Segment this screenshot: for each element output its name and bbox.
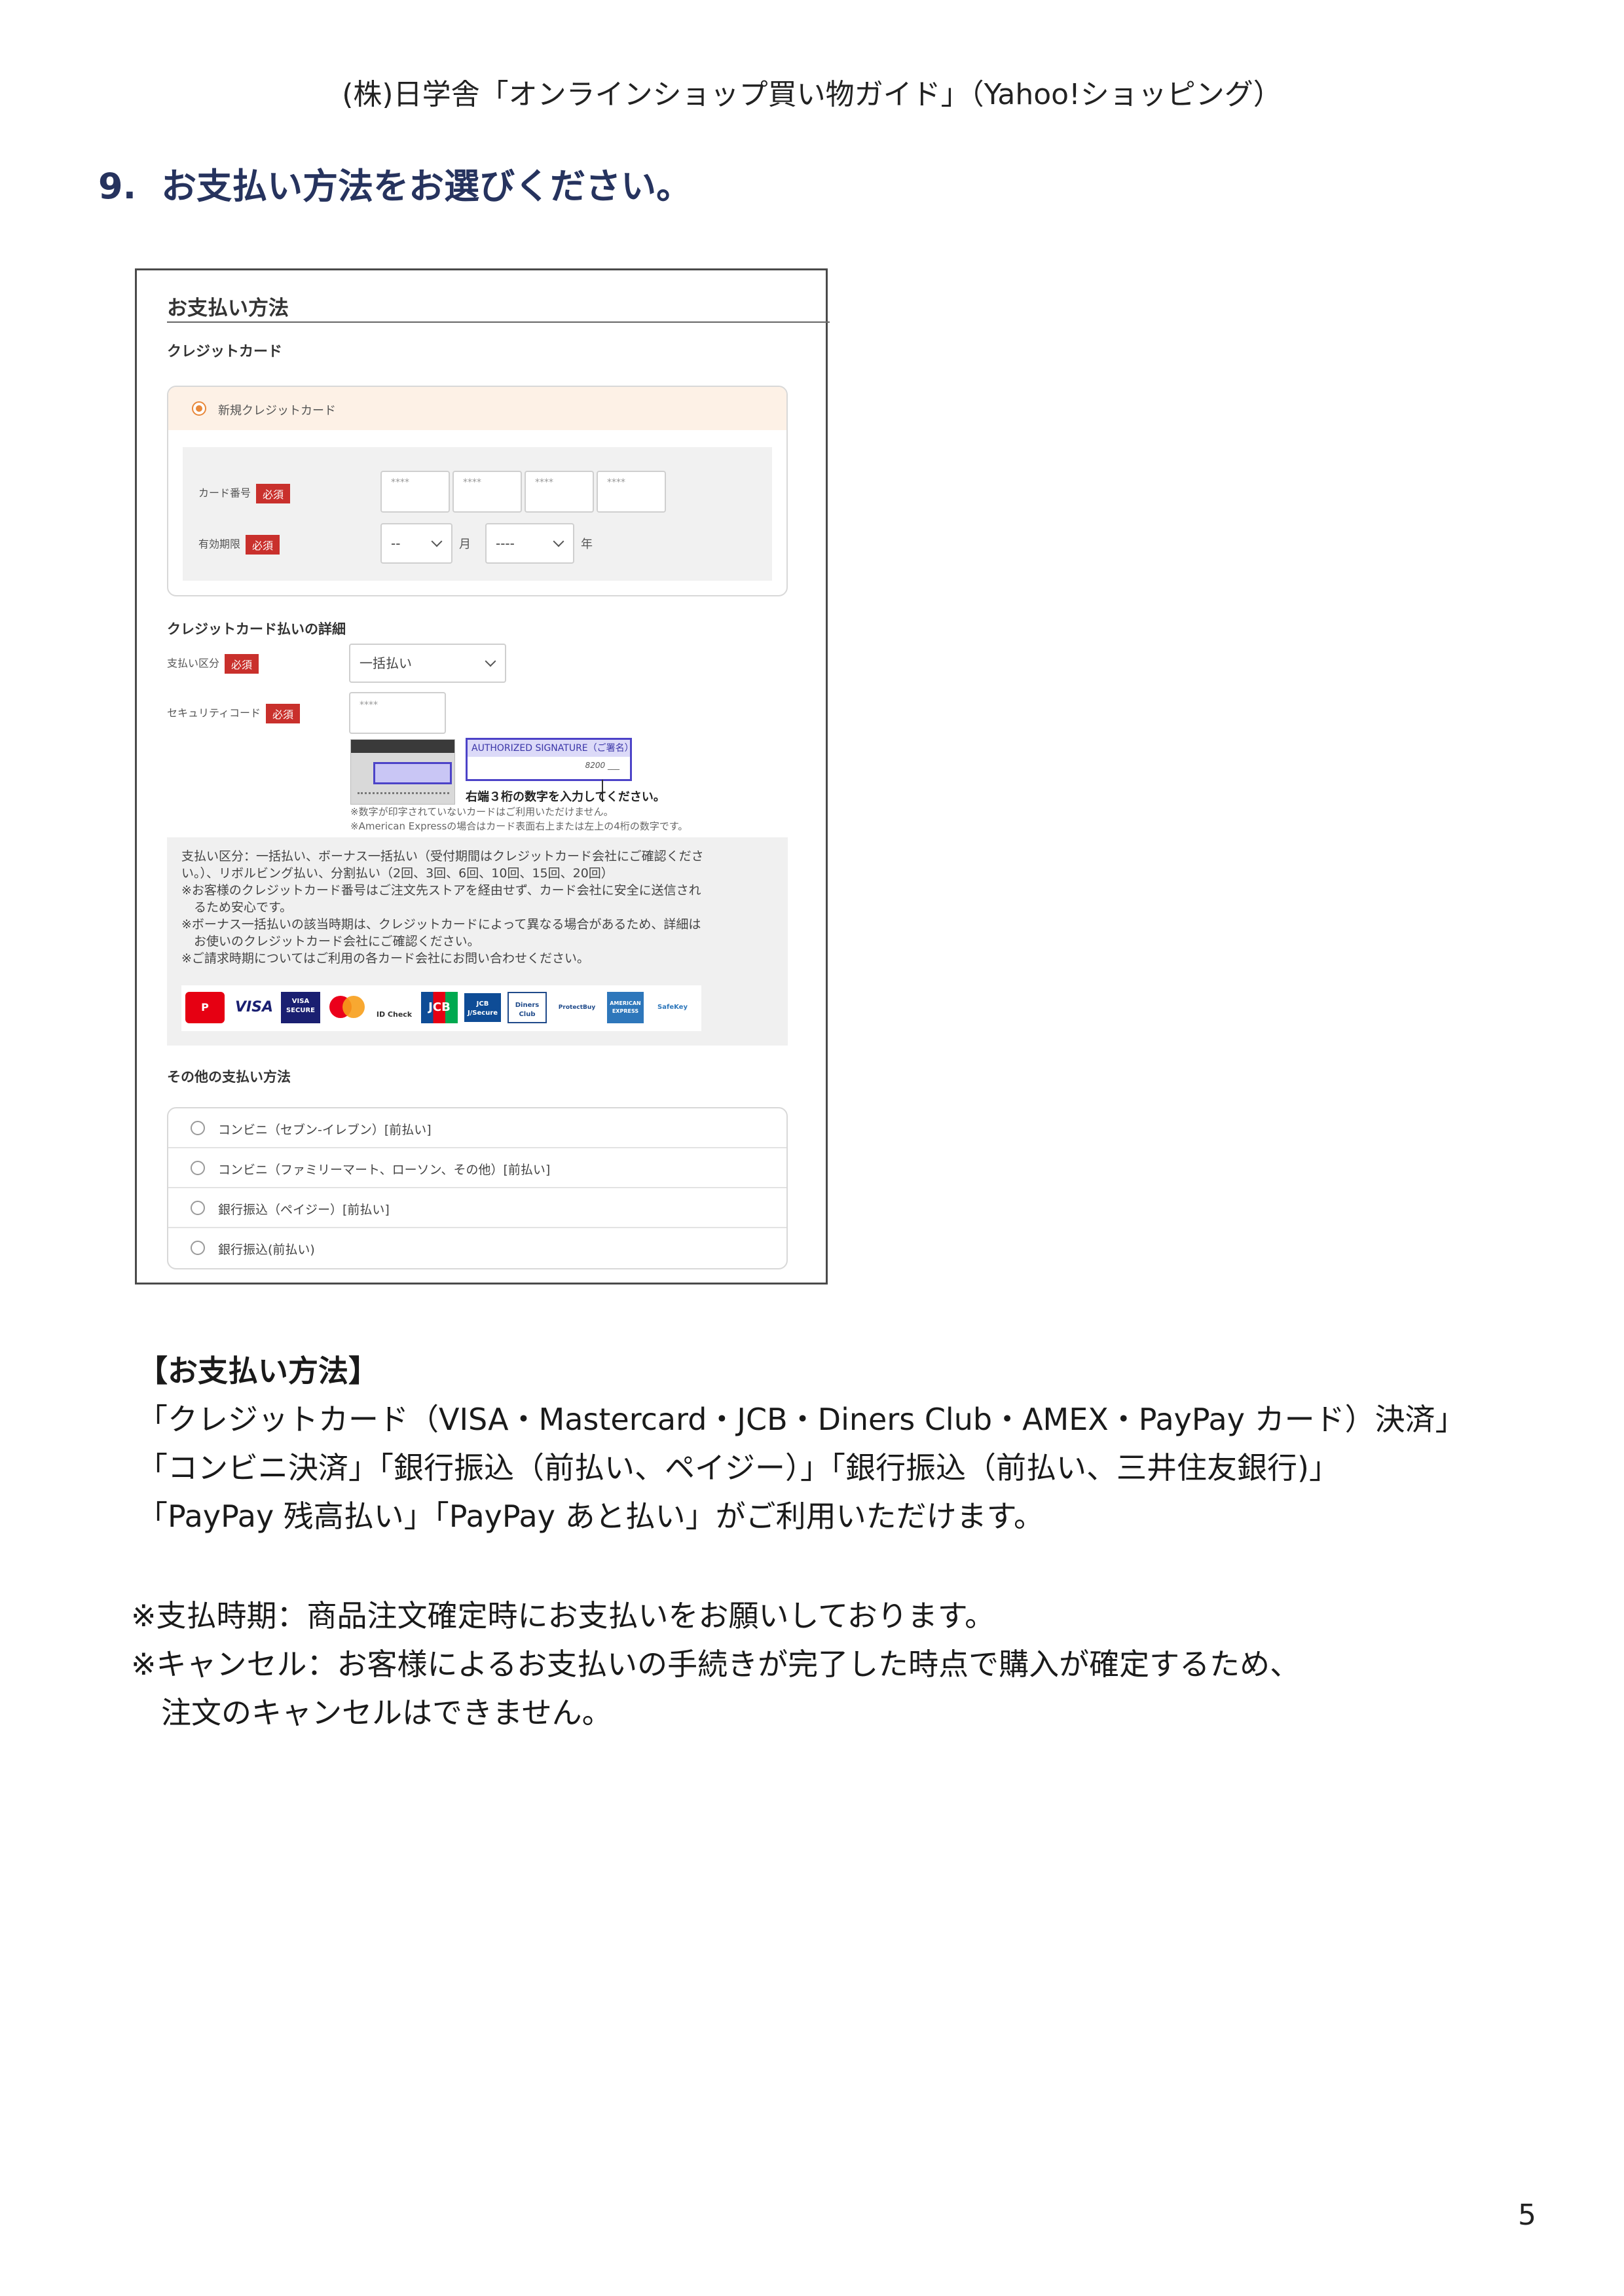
pay-type-select[interactable]: 一括払い [349,644,506,683]
other-method-option[interactable]: コンビニ（ファミリーマート、ローソン、その他）[前払い] [168,1148,786,1188]
other-method-option[interactable]: 銀行振込（ペイジー）[前払い] [168,1188,786,1228]
required-badge: 必須 [246,535,280,555]
new-credit-card-panel: 新規クレジットカード カード番号 必須 **** **** **** **** 有… [167,386,788,596]
id-check-logo: ID Check [376,1010,413,1019]
payment-method-title: お支払い方法 [167,297,289,320]
card-back-illustration [350,739,455,805]
other-methods-list: コンビニ（セブン-イレブン）[前払い] コンビニ（ファミリーマート、ローソン、そ… [167,1107,788,1269]
visa-logo: VISA [234,999,274,1015]
signature-zoom-box: AUTHORIZED SIGNATURE（ご署名） 8200 ___ [466,738,634,781]
required-badge: 必須 [256,484,291,503]
payment-form-screenshot: お支払い方法 クレジットカード 新規クレジットカード カード番号 必須 **** … [135,268,830,1285]
chevron-down-icon [485,655,496,667]
expiry-month-select[interactable]: -- [380,523,452,564]
pay-type-label: 支払い区分 必須 [167,654,259,674]
note-line: るため安心です。 [181,900,293,915]
diners-club-logo: Diners Club [507,992,547,1023]
signature-digits: 8200 ___ [585,761,619,770]
card-entry-area: カード番号 必須 **** **** **** **** 有効期限 必須 -- 月 … [183,447,772,581]
note-line: ※ボーナス一括払いの該当時期は、クレジットカードによって異なる場合があるため、詳… [181,917,701,932]
title-divider [167,321,830,323]
card-number-label: カード番号 必須 [198,484,291,503]
new-card-label: 新規クレジットカード [218,404,336,418]
body-line-3: 「PayPay 残高払い」「PayPay あと払い」がご利用いただけます。 [138,1499,1044,1534]
chevron-down-icon [553,536,564,547]
new-card-option[interactable]: 新規クレジットカード [168,387,786,430]
note-line: お使いのクレジットカード会社にご確認ください。 [181,934,480,949]
cvv-note-1: ※数字が印字されていないカードはご利用いただけません。 [350,806,614,818]
cancel-note-continued: 注文のキャンセルはできません。 [161,1695,612,1730]
note-line: ※お客様のクレジットカード番号はご注文先ストアを経由せず、カード会社に安全に送信… [181,883,701,898]
cancel-note: ※キャンセル：お客様によるお支払いの手続きが完了した時点で購入が確定するため、 [131,1647,1301,1682]
cvv-instruction: 右端３桁の数字を入力してください。 [466,790,665,804]
radio-unselected-icon[interactable] [191,1121,205,1135]
radio-unselected-icon[interactable] [191,1241,205,1255]
expiry-label: 有効期限 必須 [198,535,280,555]
signature-title: AUTHORIZED SIGNATURE（ご署名） [468,740,634,757]
security-code-input[interactable]: **** [349,692,446,734]
section-number: 9. [98,166,137,207]
magnetic-strip [351,740,454,753]
card-number-input-2[interactable]: **** [452,471,522,513]
safekey-logo: SafeKey [657,1004,688,1011]
page-header: (株)日学舎「オンラインショップ買い物ガイド」（Yahoo!ショッピング） [342,78,1282,111]
payment-timing-note: ※支払時期：商品注文確定時にお支払いをお願いしております。 [131,1598,995,1633]
jcb-logo: JCB [421,992,458,1023]
cvv-note-2: ※American Expressの場合はカード表面右上または左上の4桁の数字で… [350,820,688,832]
radio-selected-icon[interactable] [192,401,206,416]
other-method-option[interactable]: コンビニ（セブン-イレブン）[前払い] [168,1108,786,1148]
protectbuy-logo: ProtectBuy [558,1004,596,1011]
card-number-input-4[interactable]: **** [597,471,666,513]
page-number: 5 [1518,2198,1536,2232]
paypay-logo: P [185,992,225,1023]
card-details-heading: クレジットカード払いの詳細 [167,621,346,637]
other-method-option[interactable]: 銀行振込(前払い) [168,1228,786,1268]
amex-logo: AMERICAN EXPRESS [607,992,644,1023]
visa-secure-logo: VISA SECURE [281,992,320,1023]
required-badge: 必須 [225,654,259,674]
note-line: ※ご請求時期についてはご利用の各カード会社にお問い合わせください。 [181,951,589,966]
payment-notes: 支払い区分：一括払い、ボーナス一括払い（受付期間はクレジットカード会社にご確認く… [167,837,788,1046]
radio-unselected-icon[interactable] [191,1201,205,1215]
mastercard-logo [327,992,369,1023]
year-unit: 年 [581,538,593,551]
card-number-dots [358,792,449,797]
month-unit: 月 [459,538,471,551]
signature-highlight [373,762,452,784]
required-badge: 必須 [266,704,301,723]
expiry-year-select[interactable]: ---- [485,523,574,564]
body-line-1: 「クレジットカード（VISA・Mastercard・JCB・Diners Clu… [138,1402,1466,1437]
section-title-text: お支払い方法をお選びください。 [161,166,692,207]
chevron-down-icon [431,536,443,547]
credit-card-heading: クレジットカード [167,344,283,360]
note-line: 支払い区分：一括払い、ボーナス一括払い（受付期間はクレジットカード会社にご確認く… [181,849,704,864]
radio-unselected-icon[interactable] [191,1161,205,1175]
note-line: い。）、リボルビング払い、分割払い（2回、3回、6回、10回、15回、20回） [181,866,614,881]
security-code-label: セキュリティコード 必須 [167,704,301,723]
section-title: 9. お支払い方法をお選びください。 [98,157,692,209]
card-number-input-3[interactable]: **** [525,471,594,513]
card-brand-logos: P VISA VISA SECURE ID Check JCB JCB J/Se… [181,985,701,1031]
other-methods-heading: その他の支払い方法 [167,1069,291,1085]
card-number-input-1[interactable]: **** [380,471,450,513]
jcb-secure-logo: JCB J/Secure [463,992,502,1023]
payment-methods-heading: 【お支払い方法】 [138,1353,378,1389]
body-line-2: 「コンビニ決済」「銀行振込（前払い、ペイジー）」「銀行振込（前払い、三井住友銀行… [138,1450,1339,1485]
